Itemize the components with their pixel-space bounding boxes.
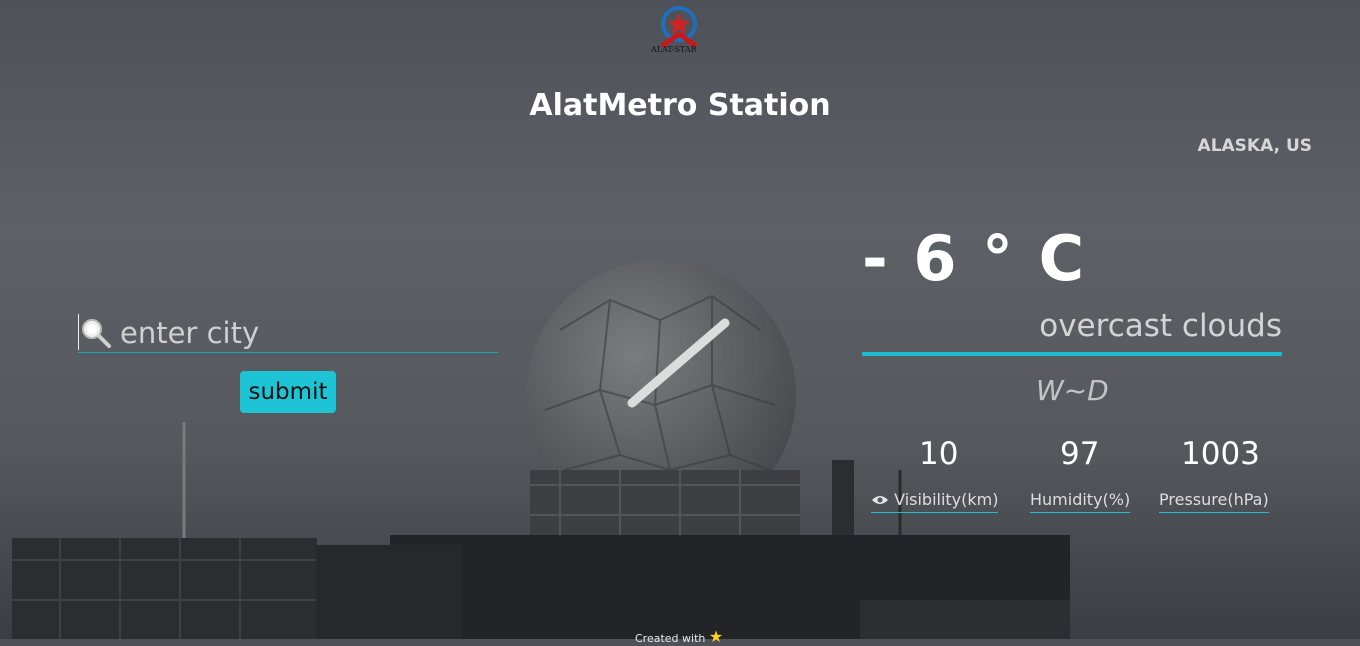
humidity-value: 97 bbox=[1060, 436, 1100, 472]
logo-text: ALAT-STAR bbox=[651, 45, 697, 54]
city-search-input[interactable] bbox=[118, 312, 492, 354]
visibility-label-text: Visibility(km) bbox=[894, 490, 999, 509]
star-icon: ★ bbox=[708, 627, 724, 646]
temperature-value: - 6 ° C bbox=[862, 222, 1087, 295]
pressure-value: 1003 bbox=[1181, 436, 1260, 472]
text-caret bbox=[78, 314, 79, 350]
page-title: AlatMetro Station bbox=[529, 88, 831, 123]
pressure-label: Pressure(hPa) bbox=[1159, 490, 1269, 513]
submit-button[interactable]: submit bbox=[240, 371, 336, 413]
magnifier-icon bbox=[82, 319, 111, 348]
location-label: ALASKA, US bbox=[1197, 136, 1312, 156]
eye-icon bbox=[872, 496, 888, 504]
search-box bbox=[78, 312, 498, 354]
visibility-value: 10 bbox=[919, 436, 959, 472]
weather-description: overcast clouds bbox=[862, 308, 1282, 356]
visibility-label: Visibility(km) bbox=[871, 490, 999, 513]
humidity-label: Humidity(%) bbox=[1030, 490, 1131, 513]
wind-direction: W~D bbox=[1036, 374, 1109, 407]
footer-credit: Created with ★ bbox=[635, 627, 723, 646]
